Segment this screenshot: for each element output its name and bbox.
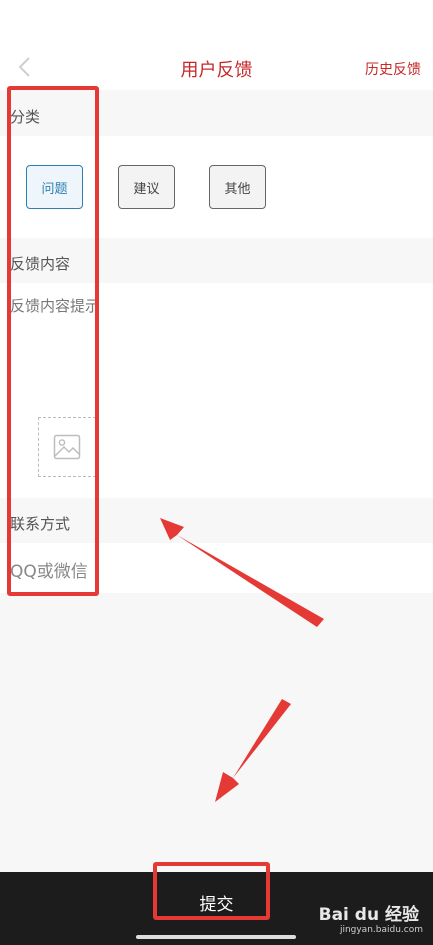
annotation-arrow-icon — [215, 699, 291, 802]
annotation-arrows — [160, 518, 324, 802]
annotation-arrow-icon — [160, 518, 324, 627]
